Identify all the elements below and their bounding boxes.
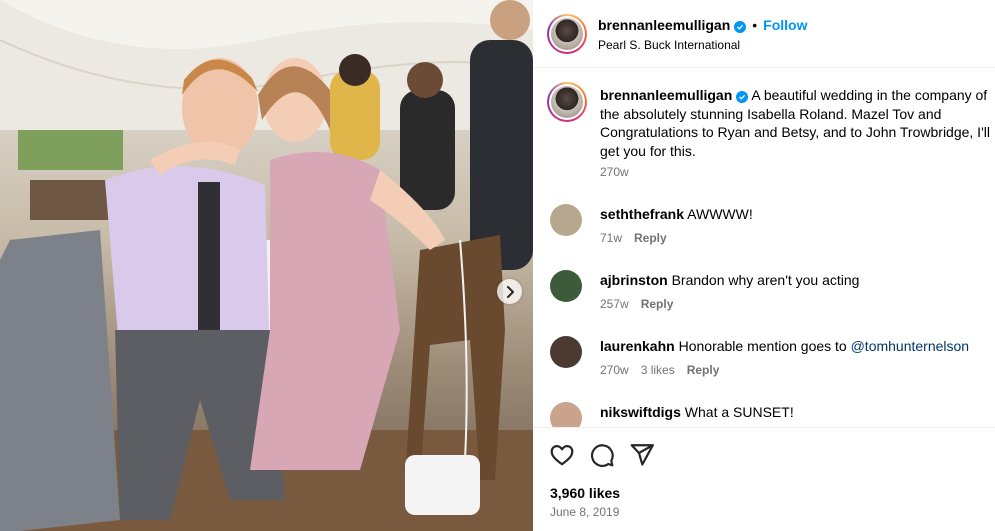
like-button[interactable] [549, 442, 575, 468]
comment-text: Honorable mention goes to [678, 338, 851, 354]
comment-body: laurenkahn Honorable mention goes to @to… [600, 338, 969, 354]
comment-item: nikswiftdigs What a SUNSET! [533, 401, 995, 427]
commenter-avatar[interactable] [550, 204, 582, 236]
verified-badge-icon [734, 21, 747, 33]
author-username[interactable]: brennanleemulligan [598, 17, 730, 33]
post-date[interactable]: June 8, 2019 [550, 505, 619, 519]
comment-mention-link[interactable]: @tomhunternelson [851, 338, 970, 354]
comment-item: ajbrinston Brandon why aren't you acting… [533, 269, 995, 325]
comment-item: laurenkahn Honorable mention goes to @to… [533, 335, 995, 391]
comment-body: ajbrinston Brandon why aren't you acting [600, 272, 859, 288]
reply-button[interactable]: Reply [634, 231, 667, 245]
post-detail-panel: brennanleemulligan • Follow Pearl S. Buck … [533, 0, 995, 531]
wedding-photo-illustration [0, 0, 533, 531]
comment-text: Brandon why aren't you acting [671, 272, 860, 288]
comment-bubble-icon [591, 444, 614, 467]
next-photo-button[interactable] [497, 279, 522, 304]
reply-button[interactable]: Reply [641, 297, 674, 311]
post-header: brennanleemulligan • Follow Pearl S. Buck … [533, 0, 995, 68]
caption-username[interactable]: brennanleemulligan [600, 87, 732, 103]
comment-time[interactable]: 71w [600, 231, 622, 245]
post-photo [0, 0, 533, 531]
follow-button[interactable]: Follow [763, 17, 807, 33]
comment-button[interactable] [589, 442, 615, 468]
paper-plane-icon [630, 444, 654, 466]
comments-section[interactable]: brennanleemulligan A beautiful wedding i… [533, 69, 995, 427]
comment-body: nikswiftdigs What a SUNSET! [600, 404, 794, 420]
post-location[interactable]: Pearl S. Buck International [598, 38, 740, 52]
post-actions: 3,960 likes June 8, 2019 [533, 427, 995, 531]
commenter-username[interactable]: seththefrank [600, 206, 684, 222]
comment-body: seththefrank AWWWW! [600, 206, 753, 222]
comment-meta: 71w Reply [600, 231, 679, 245]
commenter-username[interactable]: ajbrinston [600, 272, 668, 288]
comment-text: What a SUNSET! [684, 404, 794, 420]
heart-icon [550, 445, 574, 466]
likes-count[interactable]: 3,960 likes [550, 485, 620, 501]
comment-meta: 270w 3 likes Reply [600, 363, 731, 377]
author-avatar[interactable] [547, 14, 587, 54]
commenter-avatar[interactable] [550, 336, 582, 368]
share-button[interactable] [629, 442, 655, 468]
commenter-avatar[interactable] [550, 402, 582, 427]
comment-time[interactable]: 257w [600, 297, 629, 311]
comment-item: seththefrank AWWWW! 71w Reply [533, 203, 995, 259]
comment-text: AWWWW! [687, 206, 753, 222]
caption-timestamp[interactable]: 270w [600, 165, 629, 179]
caption-author-avatar[interactable] [547, 82, 587, 122]
commenter-avatar[interactable] [550, 270, 582, 302]
comment-likes[interactable]: 3 likes [641, 363, 675, 377]
commenter-username[interactable]: nikswiftdigs [600, 404, 681, 420]
post-caption: brennanleemulligan A beautiful wedding i… [600, 86, 990, 160]
comment-time[interactable]: 270w [600, 363, 629, 377]
verified-badge-icon [736, 91, 749, 103]
separator-dot: • [752, 17, 758, 33]
comment-meta: 257w Reply [600, 297, 685, 311]
chevron-right-icon [506, 285, 514, 298]
reply-button[interactable]: Reply [687, 363, 720, 377]
header-author-line: brennanleemulligan • Follow [598, 17, 807, 33]
commenter-username[interactable]: laurenkahn [600, 338, 675, 354]
